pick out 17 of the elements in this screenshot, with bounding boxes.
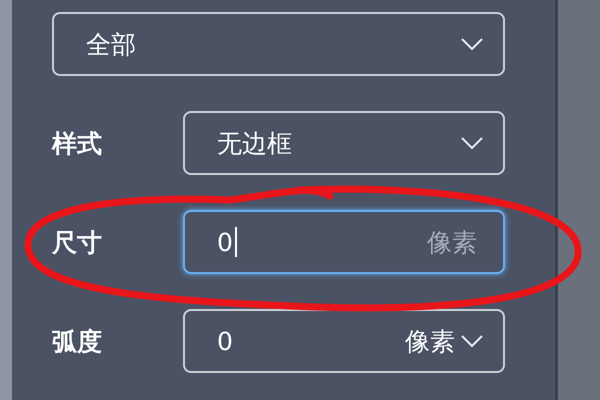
dropdown[interactable]: 全部 bbox=[52, 12, 505, 76]
text-caret bbox=[234, 227, 237, 257]
chevron-down-icon bbox=[461, 335, 483, 347]
dropdown[interactable]: 0 像素 bbox=[183, 309, 505, 373]
unit-label: 像素 bbox=[405, 326, 455, 358]
dropdown[interactable]: 无边框 bbox=[183, 111, 505, 175]
chevron-down-icon bbox=[461, 137, 483, 149]
field-label: 尺寸 bbox=[52, 226, 103, 258]
field-value: 0 bbox=[217, 228, 233, 256]
field-label: 弧度 bbox=[52, 326, 103, 358]
field-value: 0 bbox=[217, 326, 233, 356]
unit-label: 像素 bbox=[427, 226, 477, 258]
dropdown-value: 无边框 bbox=[217, 128, 293, 160]
dropdown-value: 全部 bbox=[86, 28, 137, 60]
field-label: 样式 bbox=[52, 128, 103, 160]
input-field[interactable]: 0 像素 bbox=[183, 210, 505, 274]
chevron-down-icon bbox=[461, 38, 483, 50]
